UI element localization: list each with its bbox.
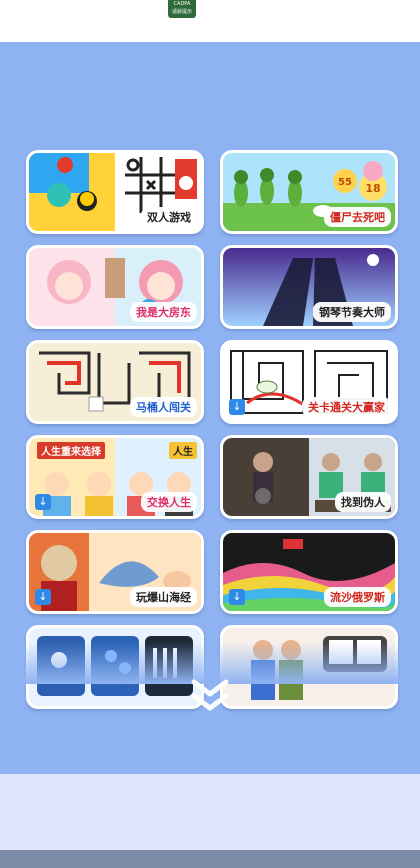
game-card-two-player[interactable]: 双人游戏 (26, 150, 204, 234)
game-title: 我是大房东 (130, 302, 197, 322)
art-caption-right: 人生 (169, 442, 197, 459)
game-title: 交换人生 (141, 492, 197, 512)
game-grid: 双人游戏 55 18 僵尸去死吧 我是大房东 钢琴节奏大师 马桶人闯关 ↓ 关卡… (0, 42, 420, 709)
badge-line-1: CADPA (173, 1, 191, 7)
game-title: 僵尸去死吧 (324, 207, 391, 227)
footer-area (0, 774, 420, 850)
game-title: 马桶人闯关 (130, 397, 197, 417)
game-title: 双人游戏 (141, 207, 197, 227)
download-icon[interactable]: ↓ (35, 494, 51, 510)
game-list-panel: 双人游戏 55 18 僵尸去死吧 我是大房东 钢琴节奏大师 马桶人闯关 ↓ 关卡… (0, 42, 420, 774)
game-card-find-fake[interactable]: 找到伪人 (220, 435, 398, 519)
download-icon[interactable]: ↓ (229, 399, 245, 415)
game-card-toilet[interactable]: 马桶人闯关 (26, 340, 204, 424)
double-chevron-down-icon[interactable] (188, 676, 232, 716)
game-title: 钢琴节奏大师 (313, 302, 391, 322)
game-title: 玩爆山海经 (130, 587, 197, 607)
download-icon[interactable]: ↓ (229, 589, 245, 605)
zombie-number-a: 55 (338, 177, 352, 188)
top-bar: CADPA 适龄提示 (0, 0, 420, 42)
game-card-zombie[interactable]: 55 18 僵尸去死吧 (220, 150, 398, 234)
download-icon[interactable]: ↓ (35, 589, 51, 605)
age-rating-badge: CADPA 适龄提示 (168, 0, 196, 18)
game-title: 关卡通关大赢家 (302, 397, 391, 417)
game-card-swap-life[interactable]: 人生重来选择 人生 ↓ 交换人生 (26, 435, 204, 519)
bottom-info-bar (0, 850, 420, 868)
game-title: 找到伪人 (335, 492, 391, 512)
badge-line-2: 适龄提示 (171, 9, 192, 15)
game-card-shanhaijing[interactable]: ↓ 玩爆山海经 (26, 530, 204, 614)
zombie-number-b: 18 (365, 182, 380, 195)
game-card-sand-tetris[interactable]: ↓ 流沙俄罗斯 (220, 530, 398, 614)
game-title: 流沙俄罗斯 (324, 587, 391, 607)
game-card-level-winner[interactable]: ↓ 关卡通关大赢家 (220, 340, 398, 424)
game-card-landlord[interactable]: 我是大房东 (26, 245, 204, 329)
art-caption-left: 人生重来选择 (37, 442, 105, 459)
game-card-piano[interactable]: 钢琴节奏大师 (220, 245, 398, 329)
